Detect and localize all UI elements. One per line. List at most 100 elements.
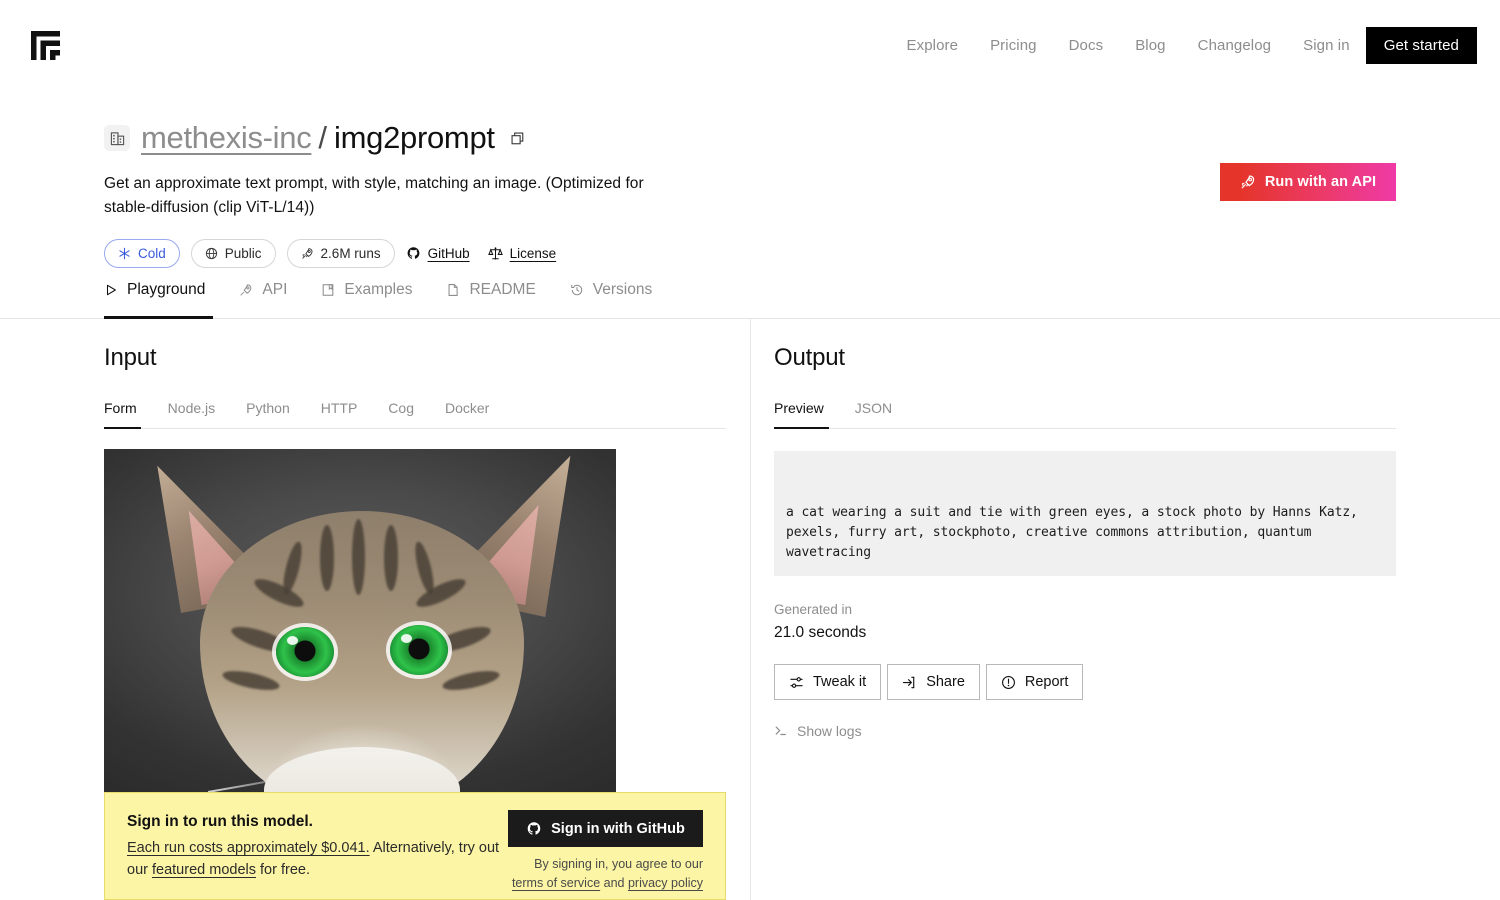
cat-eye-left [276, 627, 334, 677]
book-icon [321, 283, 335, 297]
tab-examples-label: Examples [344, 281, 413, 298]
replicate-logo[interactable] [29, 28, 63, 62]
nav-link-docs[interactable]: Docs [1053, 28, 1120, 64]
show-logs-label: Show logs [797, 723, 862, 739]
show-logs-button[interactable]: Show logs [774, 723, 862, 739]
column-divider [750, 319, 751, 900]
alert-circle-icon [1001, 675, 1016, 690]
input-subtabs-divider [104, 428, 726, 429]
model-name: img2prompt [334, 120, 495, 155]
nav-links: Explore Pricing Docs Blog Changelog Sign… [891, 27, 1477, 64]
tab-api-label: API [262, 281, 288, 298]
top-navigation-bar: Explore Pricing Docs Blog Changelog Sign… [0, 0, 1500, 90]
nav-link-explore[interactable]: Explore [891, 28, 975, 64]
tab-api[interactable]: API [239, 281, 287, 312]
cat-chest [264, 747, 460, 792]
cat-head [200, 511, 524, 792]
license-link[interactable]: License [487, 246, 557, 262]
run-cost-link[interactable]: Each run costs approximately $0.041. [127, 840, 370, 856]
status-badge-cold: Cold [104, 239, 180, 269]
model-badges: Cold Public 2.6M runs GitHub License [104, 239, 694, 269]
output-subtabs-divider [774, 428, 1396, 429]
sign-in-banner-body: Each run costs approximately $0.041. Alt… [127, 838, 512, 882]
share-button[interactable]: Share [887, 664, 980, 700]
input-subtabs: Form Node.js Python HTTP Cog Docker [104, 400, 726, 429]
cat-eye-right [390, 625, 448, 675]
snowflake-icon [118, 247, 131, 260]
terms-of-service-link[interactable]: terms of service [512, 876, 600, 890]
model-header: methexis-inc / img2prompt Get an approxi… [104, 118, 694, 269]
nav-link-blog[interactable]: Blog [1119, 28, 1181, 64]
subtab-nodejs[interactable]: Node.js [168, 400, 215, 428]
subtab-form[interactable]: Form [104, 400, 137, 428]
output-result-text: a cat wearing a suit and tie with green … [786, 505, 1366, 561]
input-panel: Input Form Node.js Python HTTP Cog Docke… [104, 344, 726, 429]
organization-icon [104, 125, 130, 151]
output-panel: Output Preview JSON a cat wearing a suit… [774, 344, 1396, 743]
play-icon [104, 283, 118, 297]
tab-readme-label: README [469, 281, 536, 298]
model-org-link[interactable]: methexis-inc [141, 120, 312, 156]
tweak-it-label: Tweak it [813, 674, 867, 690]
tab-versions-label: Versions [592, 281, 653, 298]
rocket-icon [301, 247, 314, 260]
tab-playground[interactable]: Playground [104, 281, 205, 312]
terminal-icon [774, 724, 788, 738]
generated-in-label: Generated in [774, 602, 853, 617]
subtab-python[interactable]: Python [246, 400, 290, 428]
github-link-label: GitHub [427, 246, 470, 262]
sign-in-with-github-button[interactable]: Sign in with GitHub [508, 810, 703, 847]
history-icon [570, 283, 584, 297]
output-title: Output [774, 344, 845, 371]
runs-badge: 2.6M runs [286, 239, 395, 269]
tweak-it-button[interactable]: Tweak it [774, 664, 882, 700]
model-tabs: Playground API Examples README Versions [104, 281, 686, 312]
rocket-icon [1240, 174, 1256, 190]
subtab-preview[interactable]: Preview [774, 400, 824, 428]
rocket-icon [239, 283, 253, 297]
copy-icon[interactable] [510, 131, 525, 146]
legal-prefix: By signing in, you agree to our [534, 857, 703, 871]
model-title-separator: / [318, 120, 328, 155]
sign-in-banner: Sign in to run this model. Each run cost… [104, 792, 726, 900]
document-icon [446, 283, 460, 297]
visibility-badge-public: Public [190, 239, 276, 269]
sliders-icon [789, 675, 804, 690]
nav-link-pricing[interactable]: Pricing [974, 28, 1053, 64]
tab-examples[interactable]: Examples [321, 281, 412, 312]
nav-link-changelog[interactable]: Changelog [1182, 28, 1287, 64]
tab-playground-label: Playground [127, 281, 206, 298]
featured-models-link[interactable]: featured models [152, 862, 256, 878]
subtab-cog[interactable]: Cog [388, 400, 414, 428]
report-label: Report [1024, 674, 1069, 690]
visibility-badge-label: Public [224, 246, 262, 262]
input-title: Input [104, 344, 157, 371]
generated-in-value: 21.0 seconds [774, 624, 867, 641]
input-image-preview[interactable] [104, 449, 616, 792]
status-badge-cold-label: Cold [138, 246, 166, 262]
tab-versions[interactable]: Versions [570, 281, 652, 312]
subtab-json[interactable]: JSON [855, 400, 892, 428]
sign-in-body-end: for free. [255, 861, 310, 878]
run-with-api-button[interactable]: Run with an API [1220, 163, 1396, 201]
run-with-api-label: Run with an API [1264, 174, 1377, 190]
github-icon [406, 246, 421, 261]
share-arrow-icon [902, 675, 917, 690]
subtab-http[interactable]: HTTP [321, 400, 358, 428]
privacy-policy-link[interactable]: privacy policy [628, 876, 703, 890]
runs-badge-label: 2.6M runs [320, 246, 381, 262]
tab-readme[interactable]: README [446, 281, 536, 312]
github-icon [526, 821, 542, 837]
subtab-docker[interactable]: Docker [445, 400, 489, 428]
model-description: Get an approximate text prompt, with sty… [104, 175, 644, 217]
sign-in-legal-text: By signing in, you agree to our terms of… [503, 855, 703, 893]
report-button[interactable]: Report [985, 664, 1084, 700]
get-started-button[interactable]: Get started [1365, 27, 1477, 64]
sign-in-with-github-label: Sign in with GitHub [551, 820, 685, 837]
license-link-label: License [509, 246, 557, 262]
share-label: Share [926, 674, 965, 690]
output-subtabs: Preview JSON [774, 400, 1396, 429]
legal-and: and [600, 875, 628, 890]
nav-link-sign-in[interactable]: Sign in [1287, 28, 1366, 64]
github-link[interactable]: GitHub [406, 246, 470, 261]
